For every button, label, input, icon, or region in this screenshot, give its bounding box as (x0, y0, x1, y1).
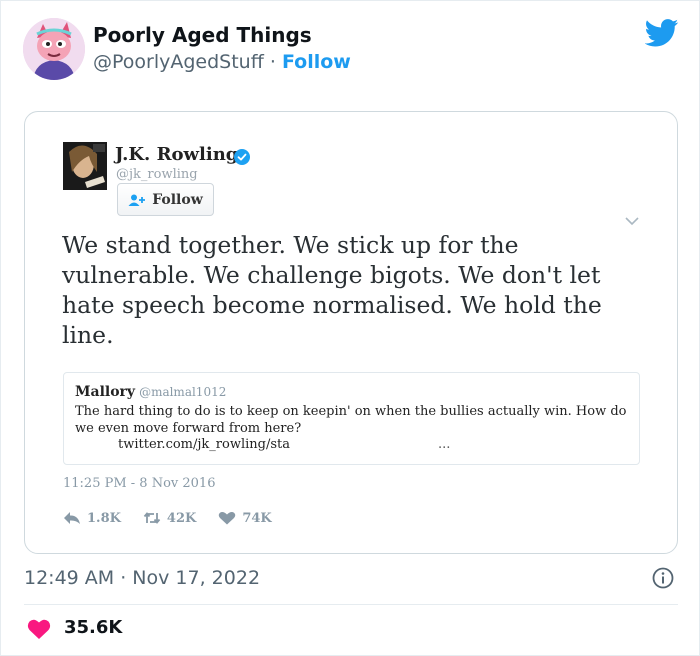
quoted-handle: @malmal1012 (139, 385, 227, 399)
verified-badge-icon (234, 149, 250, 165)
jk-follow-button: Follow (117, 183, 214, 216)
tweet-text: We stand together. We stick up for the v… (62, 231, 602, 349)
jk-name: J.K. Rowling (115, 144, 239, 165)
author-name[interactable]: Poorly Aged Things (93, 23, 312, 47)
author-handle[interactable]: @PoorlyAgedStuff (93, 51, 264, 73)
reply-stat: 1.8K (63, 511, 121, 526)
chevron-down-icon (625, 217, 639, 226)
retweet-icon (143, 512, 161, 524)
quoted-text: The hard thing to do is to keep on keepi… (75, 404, 627, 436)
screenshot-actions: 1.8K 42K 74K (63, 508, 294, 528)
reply-count: 1.8K (87, 510, 121, 526)
like-heart-icon[interactable] (27, 618, 51, 640)
follow-link[interactable]: Follow (282, 51, 351, 73)
quoted-tweet: Mallory @malmal1012 The hard thing to do … (63, 372, 640, 465)
author-subline: @PoorlyAgedStuff · Follow (93, 51, 351, 73)
like-count[interactable]: 35.6K (64, 617, 122, 638)
author-avatar[interactable] (23, 18, 85, 80)
retweet-count: 42K (166, 510, 197, 526)
quoted-link: twitter.com/jk_rowling/sta (118, 437, 290, 452)
quoted-author: Mallory @malmal1012 (75, 384, 226, 400)
twitter-bird-icon[interactable] (645, 19, 679, 47)
quoted-name: Mallory (75, 384, 136, 400)
reply-icon (64, 512, 80, 524)
jk-handle: @jk_rowling (116, 167, 198, 182)
divider (24, 604, 678, 605)
tweet-screenshot-card[interactable]: J.K. Rowling @jk_rowling Follow We stand… (24, 111, 678, 554)
jk-follow-label: Follow (152, 191, 203, 208)
jk-avatar (63, 142, 107, 190)
like-count-screenshot: 74K (242, 510, 272, 526)
info-icon[interactable] (652, 567, 674, 589)
screenshot-timestamp: 11:25 PM - 8 Nov 2016 (63, 476, 216, 491)
add-user-icon (128, 194, 146, 206)
heart-icon (219, 512, 236, 525)
like-stat: 74K (218, 510, 272, 526)
embedded-tweet: Poorly Aged Things @PoorlyAgedStuff · Fo… (0, 0, 700, 656)
post-timestamp[interactable]: 12:49 AM · Nov 17, 2022 (24, 567, 260, 589)
quoted-ellipsis: ... (438, 437, 451, 452)
separator-dot: · (269, 51, 276, 73)
retweet-stat: 42K (143, 511, 196, 526)
